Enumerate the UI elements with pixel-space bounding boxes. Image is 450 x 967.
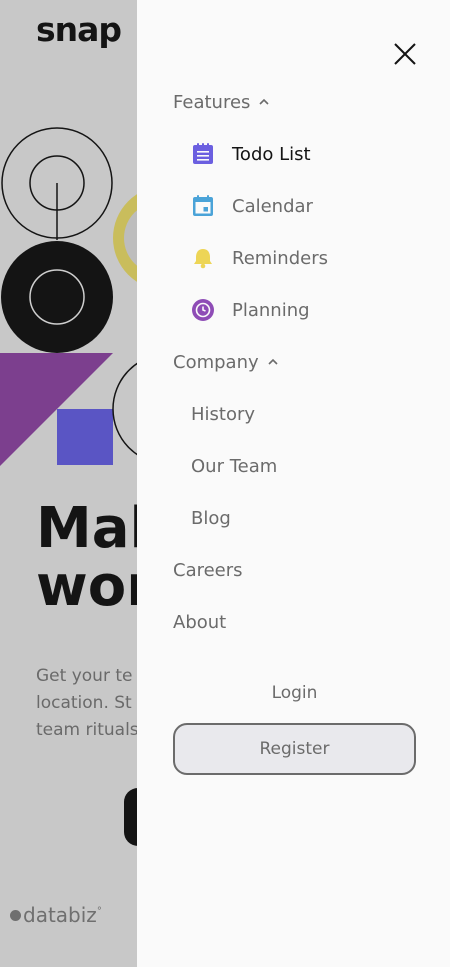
- submenu-item-planning[interactable]: Planning: [191, 290, 423, 330]
- submenu-item-label: Our Team: [191, 455, 278, 477]
- features-submenu: Todo List Calendar Reminders Planning: [191, 134, 423, 330]
- submenu-item-blog[interactable]: Blog: [191, 498, 423, 538]
- submenu-item-history[interactable]: History: [191, 394, 423, 434]
- mobile-nav-drawer: Features Todo List Calendar Reminders Pl…: [137, 0, 450, 967]
- databiz-dot-icon: [10, 910, 21, 921]
- drawer-nav: Features Todo List Calendar Reminders Pl…: [173, 82, 423, 654]
- login-button[interactable]: Login: [173, 677, 416, 709]
- register-button[interactable]: Register: [173, 723, 416, 775]
- chevron-up-icon: [268, 358, 278, 365]
- company-submenu: History Our Team Blog: [191, 394, 423, 538]
- submenu-item-our-team[interactable]: Our Team: [191, 446, 423, 486]
- todo-list-icon: [193, 143, 213, 164]
- hero-illustration: [0, 127, 140, 466]
- bell-icon: [194, 249, 212, 269]
- close-icon[interactable]: [387, 36, 423, 72]
- nav-company-toggle[interactable]: Company: [173, 342, 423, 382]
- nav-about-link[interactable]: About: [173, 602, 423, 642]
- clock-icon: [192, 299, 214, 321]
- submenu-item-label: Reminders: [232, 247, 328, 269]
- nav-features-toggle[interactable]: Features: [173, 82, 423, 122]
- submenu-item-label: Planning: [232, 299, 310, 321]
- auth-actions: Login Register: [173, 677, 416, 775]
- submenu-item-label: Todo List: [232, 143, 311, 165]
- nav-careers-link[interactable]: Careers: [173, 550, 423, 590]
- nav-features-label: Features: [173, 91, 251, 113]
- submenu-item-label: Blog: [191, 507, 231, 529]
- nav-company-label: Company: [173, 351, 259, 373]
- client-logo-text: databiz: [23, 903, 97, 927]
- client-logo-databiz: databiz°: [10, 903, 102, 927]
- submenu-item-label: Calendar: [232, 195, 313, 217]
- calendar-icon: [193, 195, 213, 216]
- chevron-up-icon: [259, 98, 269, 105]
- submenu-item-calendar[interactable]: Calendar: [191, 186, 423, 226]
- submenu-item-label: History: [191, 403, 256, 425]
- brand-logo[interactable]: snap: [36, 10, 122, 49]
- submenu-item-reminders[interactable]: Reminders: [191, 238, 423, 278]
- submenu-item-todo-list[interactable]: Todo List: [191, 134, 423, 174]
